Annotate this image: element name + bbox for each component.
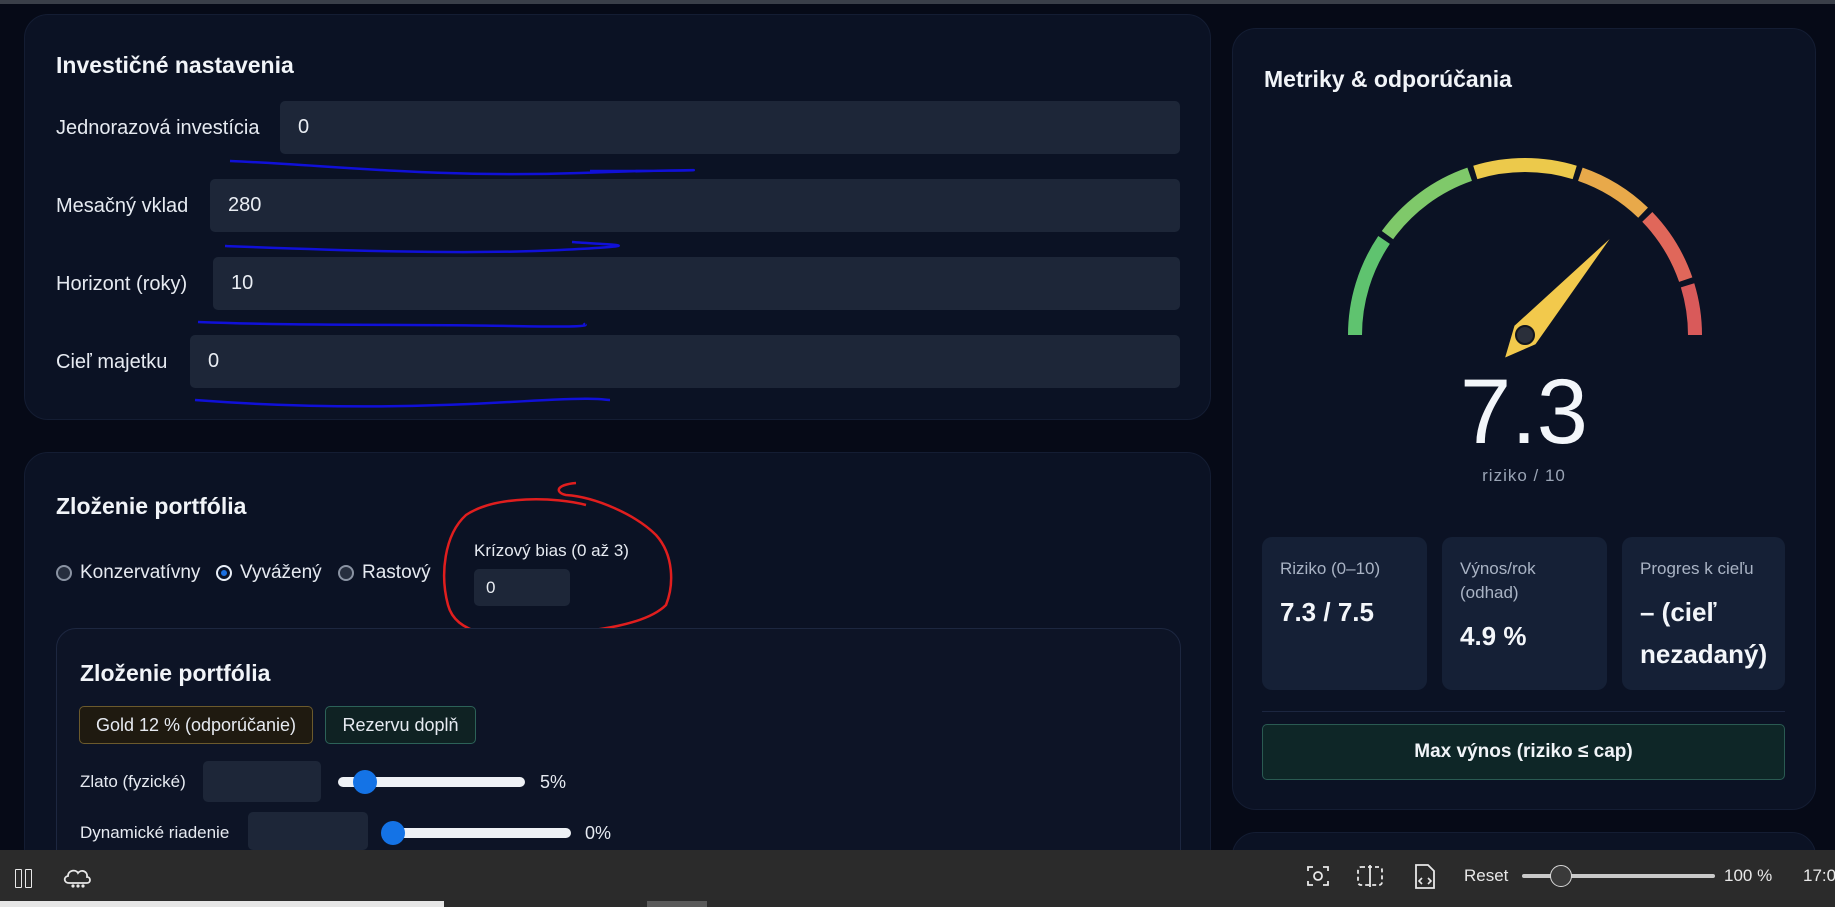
gold-amount-input[interactable] [203,761,321,802]
cloud-icon[interactable] [61,865,93,889]
screenshot-icon[interactable] [1306,864,1330,888]
code-file-icon[interactable] [1412,862,1438,892]
gauge-segment [1642,212,1693,283]
one-time-investment-label: Jednorazová investícia [56,117,260,139]
metrics-title: Metriky & odporúčania [1264,66,1512,92]
gauge-segment [1577,167,1648,218]
gauge-segment [1381,167,1473,240]
radio-growth-label: Rastový [362,562,431,583]
split-view-icon[interactable] [1356,864,1384,888]
radio-growth-indicator [338,565,354,581]
dynamic-management-slider[interactable] [383,828,571,838]
gauge-segment [1348,236,1390,336]
pause-icon[interactable] [14,868,34,888]
horizon-years-label: Horizont (roky) [56,273,188,295]
underline-1 [229,159,695,176]
risk-metric-title: Riziko (0–10) [1280,559,1381,578]
goal-progress-value: – (cieľ nezadaný) [1640,597,1768,669]
gold-recommendation-button[interactable]: Gold 12 % (odporúčanie) [79,706,313,744]
gauge-value: 7.3 [1460,361,1588,463]
radio-balanced[interactable]: Vyvážený [216,562,322,584]
radio-balanced-indicator [216,565,232,581]
risk-gauge [1348,158,1702,358]
zoom-slider-thumb[interactable] [1549,865,1572,887]
risk-metric-value: 7.3 / 7.5 [1280,597,1374,627]
yield-metric-title: Výnos/rok (odhad) [1460,559,1536,602]
gold-percent: 5% [540,772,567,792]
refill-reserve-button[interactable]: Rezervu doplň [325,706,476,744]
max-yield-button[interactable]: Max výnos (riziko ≤ cap) [1262,724,1785,780]
clock: 17:0 [1803,866,1835,885]
radio-conservative[interactable]: Konzervatívny [56,562,200,584]
dynamic-management-percent: 0% [585,823,612,843]
gauge-segment [1473,158,1577,180]
scroll-indicator-left[interactable] [0,901,444,907]
underline-4 [194,397,611,408]
gauge-caption: riziko / 10 [1482,466,1566,485]
yield-metric-value: 4.9 % [1460,621,1527,651]
zoom-level: 100 % [1724,866,1773,885]
underline-2 [224,240,620,254]
radio-growth[interactable]: Rastový [338,562,431,584]
radio-conservative-indicator [56,565,72,581]
metrics-divider [1262,711,1785,712]
gauge-segment [1680,283,1702,336]
risk-metric-box: Riziko (0–10) 7.3 / 7.5 [1262,537,1427,690]
scroll-indicator-mid[interactable] [647,901,707,907]
dynamic-management-slider-thumb[interactable] [381,821,405,845]
reset-button[interactable]: Reset [1464,866,1508,886]
wealth-goal-label: Cieľ majetku [56,351,168,373]
monthly-deposit-label: Mesačný vklad [56,195,189,217]
underline-3 [197,320,587,328]
radio-conservative-label: Konzervatívny [80,562,201,583]
portfolio-title: Zloženie portfólia [56,493,247,519]
window-top-border [0,0,1835,4]
dynamic-management-label: Dynamické riadenie [80,823,230,842]
yield-metric-box: Výnos/rok (odhad) 4.9 % [1442,537,1607,690]
investment-settings-title: Investičné nastavenia [56,52,294,78]
dynamic-management-input[interactable] [248,812,368,850]
goal-progress-box: Progres k cieľu – (cieľ nezadaný) [1622,537,1785,690]
goal-progress-title: Progres k cieľu [1640,559,1754,578]
gauge-hub [1515,325,1535,345]
gold-row-label: Zlato (fyzické) [80,772,186,791]
composition-panel-title: Zloženie portfólia [80,660,271,686]
radio-balanced-label: Vyvážený [240,562,322,583]
